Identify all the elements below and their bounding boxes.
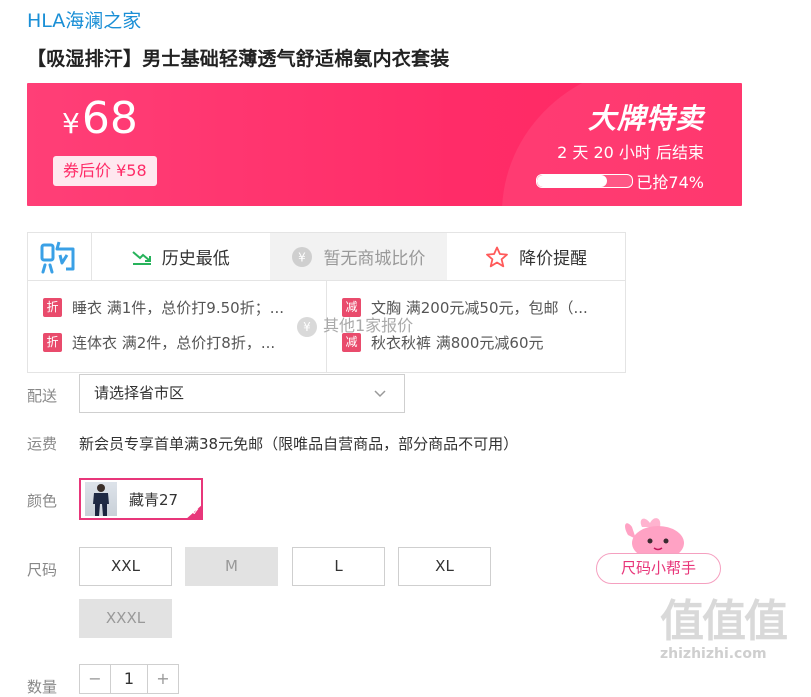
price-compare-panel: 历史最低 ¥ 暂无商城比价 降价提醒 折睡衣 满1件，总价打9.50折；... …: [27, 232, 626, 373]
size-option-xl[interactable]: XL: [398, 547, 491, 586]
quantity-stepper: − 1 +: [79, 664, 179, 694]
promo-text: 睡衣 满1件，总价打9.50折；...: [72, 299, 285, 317]
size-option-xxl[interactable]: XXL: [79, 547, 172, 586]
size-option-xxxl: XXXL: [79, 599, 172, 638]
tab-compare-price[interactable]: ¥ 暂无商城比价: [269, 233, 448, 280]
promo-item[interactable]: 折连体衣 满2件，总价打8折，...: [43, 332, 275, 353]
sold-progress-label: 已抢74%: [636, 173, 704, 192]
star-icon: [485, 246, 509, 268]
shipping-text: 新会员专享首单满38元免邮（限唯品自营商品，部分商品不可用）: [79, 435, 519, 453]
compare-tabs: 历史最低 ¥ 暂无商城比价 降价提醒: [28, 233, 625, 281]
sold-progress-bar: [536, 174, 633, 188]
chevron-down-icon: [374, 375, 386, 412]
sold-progress-fill: [537, 175, 608, 187]
tab-price-alert[interactable]: 降价提醒: [447, 233, 625, 280]
watermark: 值值值 zhizhizhi.com: [660, 596, 806, 663]
watermark-logo: 值值值: [660, 596, 788, 647]
tab-history-low[interactable]: 历史最低: [92, 233, 270, 280]
sale-countdown: 2 天 20 小时 后结束: [557, 143, 704, 162]
check-icon: ✓: [191, 507, 200, 518]
color-label: 颜色: [27, 492, 58, 510]
watermark-url: zhizhizhi.com: [660, 646, 767, 662]
yen-circle-icon: ¥: [297, 316, 317, 337]
other-offers-overlay[interactable]: ¥ 其他1家报价: [297, 312, 413, 337]
tab-compare-price-label: 暂无商城比价: [323, 249, 426, 269]
tab-price-alert-label: 降价提醒: [519, 249, 588, 269]
promo-column-left: 折睡衣 满1件，总价打9.50折；... 折连体衣 满2件，总价打8折，...: [28, 281, 327, 372]
size-label: 尺码: [27, 561, 58, 579]
promo-text: 连体衣 满2件，总价打8折，...: [72, 334, 276, 352]
currency-symbol: ¥: [62, 107, 80, 140]
size-option-m: M: [185, 547, 278, 586]
tab-history-low-label: 历史最低: [161, 249, 230, 269]
promo-list: 折睡衣 满1件，总价打9.50折；... 折连体衣 满2件，总价打8折，... …: [28, 281, 625, 372]
coupon-price-badge: 券后价 ¥58: [53, 156, 157, 186]
price-banner: ¥68 券后价 ¥58 大牌特卖 2 天 20 小时 后结束 已抢74%: [27, 83, 742, 206]
product-title: 【吸湿排汗】男士基础轻薄透气舒适棉氨内衣套装: [27, 48, 450, 70]
promo-text: 秋衣秋裤 满800元减60元: [371, 334, 544, 352]
yen-circle-icon: ¥: [291, 246, 313, 268]
shipping-label: 运费: [27, 435, 58, 453]
price-value: 68: [81, 93, 138, 144]
promo-tag: 折: [43, 298, 62, 317]
color-option-label: 藏青27: [129, 491, 179, 509]
promo-item[interactable]: 折睡衣 满1件，总价打9.50折；...: [43, 297, 284, 318]
color-option-selected[interactable]: 藏青27 ✓: [79, 478, 203, 520]
size-option-l[interactable]: L: [292, 547, 385, 586]
gou-icon: [28, 233, 92, 280]
region-select[interactable]: 请选择省市区: [79, 374, 405, 413]
svg-text:¥: ¥: [299, 250, 307, 264]
region-select-placeholder: 请选择省市区: [94, 384, 185, 402]
promo-tag: 折: [43, 333, 62, 352]
delivery-label: 配送: [27, 387, 58, 405]
trend-down-icon: [132, 249, 152, 265]
size-helper-button[interactable]: 尺码小帮手: [596, 553, 721, 584]
quantity-label: 数量: [27, 678, 58, 696]
other-offers-label: 其他1家报价: [323, 316, 414, 335]
price: ¥68: [62, 93, 138, 144]
color-thumbnail: [85, 482, 117, 516]
brand-sale-badge: 大牌特卖: [587, 102, 704, 135]
brand-link[interactable]: HLA海澜之家: [27, 6, 141, 33]
